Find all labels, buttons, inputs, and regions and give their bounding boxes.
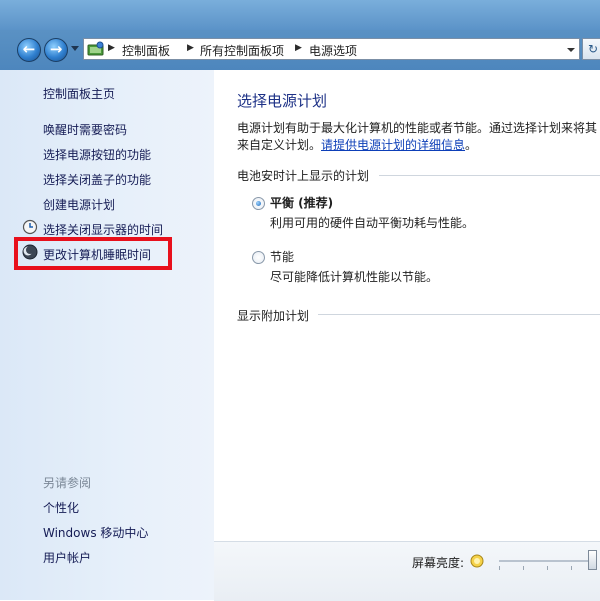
power-saver-plan-description: 尽可能降低计算机性能以节能。 bbox=[270, 270, 439, 284]
slider-tick bbox=[547, 566, 548, 570]
recent-pages-dropdown[interactable] bbox=[71, 46, 79, 51]
description-line-2: 来自定义计划。请提供电源计划的详细信息。 bbox=[237, 136, 477, 153]
page-title: 选择电源计划 bbox=[237, 92, 328, 110]
balanced-radio[interactable] bbox=[252, 197, 265, 210]
refresh-button[interactable]: ↻ bbox=[582, 38, 600, 60]
control-panel-home-link[interactable]: 控制面板主页 bbox=[43, 85, 115, 102]
breadcrumb-all-items[interactable]: 所有控制面板项 bbox=[200, 42, 284, 59]
group-divider bbox=[379, 175, 600, 176]
brightness-label: 屏幕亮度: bbox=[412, 556, 465, 570]
close-lid-link[interactable]: 选择关闭盖子的功能 bbox=[43, 171, 151, 188]
slider-tick bbox=[571, 566, 572, 570]
additional-plans-divider bbox=[318, 314, 600, 315]
description-prefix: 来自定义计划。 bbox=[237, 138, 322, 152]
plans-group-label: 电池安时计上显示的计划 bbox=[237, 169, 370, 183]
description-line-1: 电源计划有助于最大化计算机的性能或者节能。通过选择计划来将其 bbox=[237, 121, 598, 135]
window-chrome: ← → ▶ 控制面板 ▶ 所有控制面板项 ▶ 电源选项 ↻ bbox=[0, 0, 600, 70]
brightness-sun-icon bbox=[470, 554, 484, 568]
brightness-bar: 屏幕亮度: bbox=[214, 541, 600, 601]
mobility-center-link[interactable]: Windows 移动中心 bbox=[43, 524, 148, 541]
power-saver-radio[interactable] bbox=[252, 251, 265, 264]
control-panel-icon bbox=[87, 41, 104, 56]
plan-details-link[interactable]: 请提供电源计划的详细信息 bbox=[321, 138, 465, 152]
require-password-link[interactable]: 唤醒时需要密码 bbox=[43, 121, 127, 138]
create-plan-link[interactable]: 创建电源计划 bbox=[43, 196, 115, 213]
see-also-header: 另请参阅 bbox=[43, 476, 92, 490]
power-button-link[interactable]: 选择电源按钮的功能 bbox=[43, 146, 151, 163]
breadcrumb-separator-icon[interactable]: ▶ bbox=[108, 43, 115, 53]
back-button[interactable]: ← bbox=[17, 38, 41, 62]
balanced-plan-description: 利用可用的硬件自动平衡功耗与性能。 bbox=[270, 216, 475, 230]
breadcrumb-power-options[interactable]: 电源选项 bbox=[309, 42, 357, 59]
show-additional-plans[interactable]: 显示附加计划 bbox=[237, 307, 309, 324]
breadcrumb-control-panel[interactable]: 控制面板 bbox=[122, 42, 170, 59]
balanced-plan-name[interactable]: 平衡 (推荐) bbox=[270, 194, 333, 211]
breadcrumb-separator-icon[interactable]: ▶ bbox=[295, 43, 302, 53]
brightness-slider-track[interactable] bbox=[499, 560, 594, 562]
description-suffix: 。 bbox=[465, 138, 478, 152]
slider-tick bbox=[499, 566, 500, 570]
highlight-box bbox=[14, 237, 172, 270]
power-saver-plan-name[interactable]: 节能 bbox=[270, 248, 294, 265]
slider-tick bbox=[523, 566, 524, 570]
title-band bbox=[0, 0, 600, 30]
breadcrumb-separator-icon[interactable]: ▶ bbox=[187, 43, 194, 53]
user-accounts-link[interactable]: 用户帐户 bbox=[43, 549, 91, 566]
display-off-time-link[interactable]: 选择关闭显示器的时间 bbox=[43, 221, 163, 238]
display-timer-icon bbox=[22, 219, 38, 235]
forward-button[interactable]: → bbox=[44, 38, 68, 62]
address-bar[interactable]: ▶ 控制面板 ▶ 所有控制面板项 ▶ 电源选项 bbox=[83, 38, 580, 60]
personalization-link[interactable]: 个性化 bbox=[43, 499, 79, 516]
address-dropdown-icon[interactable] bbox=[567, 48, 575, 52]
brightness-slider-thumb[interactable] bbox=[588, 550, 598, 570]
main-content: 选择电源计划 电源计划有助于最大化计算机的性能或者节能。通过选择计划来将其 来自… bbox=[214, 70, 600, 600]
